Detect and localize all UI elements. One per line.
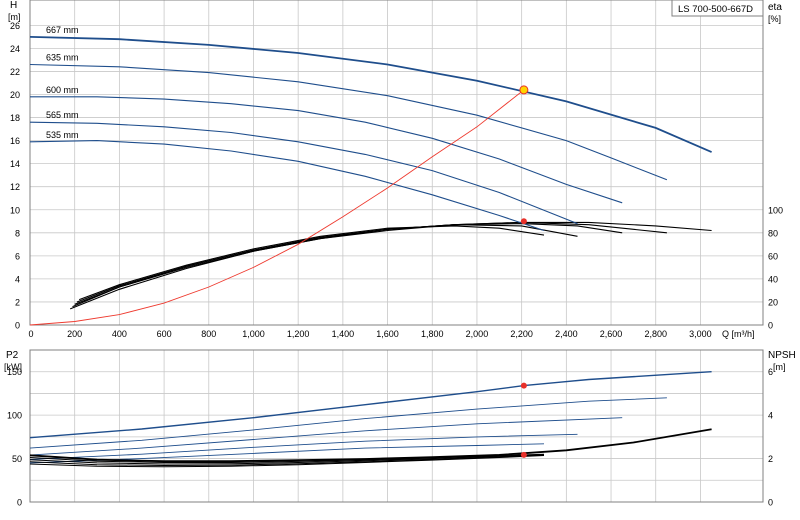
npsh-axis-unit: [m] bbox=[773, 362, 786, 372]
p2-axis-unit: [kW] bbox=[4, 362, 22, 372]
npsh-tick-label: 0 bbox=[768, 498, 773, 508]
head-curve-label: 565 mm bbox=[46, 110, 79, 120]
h-tick-label: 0 bbox=[15, 321, 20, 331]
efficiency-point bbox=[520, 218, 527, 225]
q-tick-label: 1,200 bbox=[287, 329, 310, 339]
q-tick-label: 1,600 bbox=[376, 329, 399, 339]
head-curve bbox=[29, 63, 668, 181]
npsh-axis-title: NPSH bbox=[768, 350, 796, 361]
h-tick-label: 26 bbox=[10, 21, 20, 31]
duty-point bbox=[519, 85, 529, 95]
head-curve bbox=[29, 121, 578, 225]
h-tick-label: 20 bbox=[10, 90, 20, 100]
h-tick-label: 16 bbox=[10, 136, 20, 146]
npsh-tick-label: 4 bbox=[768, 411, 773, 421]
h-tick-label: 12 bbox=[10, 182, 20, 192]
q-tick-label: 2,200 bbox=[510, 329, 533, 339]
q-tick-label: 1,400 bbox=[332, 329, 355, 339]
efficiency-curve bbox=[76, 224, 578, 303]
p2-tick-label: 0 bbox=[17, 498, 22, 508]
h-tick-label: 2 bbox=[15, 297, 20, 307]
q-tick-label: 2,800 bbox=[644, 329, 667, 339]
q-tick-label: 2,600 bbox=[600, 329, 623, 339]
model-label-box: LS 700-500-667D bbox=[671, 0, 764, 17]
h-tick-label: 8 bbox=[15, 228, 20, 238]
p2-tick-label: 100 bbox=[7, 411, 22, 421]
q-tick-label: 400 bbox=[112, 329, 127, 339]
efficiency-curve bbox=[79, 225, 545, 301]
q-tick-label: 2,000 bbox=[466, 329, 489, 339]
model-label: LS 700-500-667D bbox=[678, 4, 753, 15]
eta-tick-label: 100 bbox=[768, 205, 783, 215]
power-curve bbox=[29, 371, 712, 439]
q-tick-label: 1,800 bbox=[421, 329, 444, 339]
h-tick-label: 22 bbox=[10, 67, 20, 77]
h-axis-unit: [m] bbox=[8, 12, 21, 22]
chart-svg: 024681012141618202224260204060801000 200 4… bbox=[4, 0, 796, 508]
eta-tick-label: 60 bbox=[768, 251, 778, 261]
h-tick-label: 14 bbox=[10, 159, 20, 169]
efficiency-curve bbox=[72, 221, 712, 308]
h-axis-title: H bbox=[10, 0, 17, 11]
head-curve-label: 667 mm bbox=[46, 25, 79, 35]
head-curve-label: 600 mm bbox=[46, 85, 79, 95]
head-curve bbox=[29, 140, 545, 232]
p2-tick-label: 50 bbox=[12, 454, 22, 464]
q-tick-label: 1,000 bbox=[242, 329, 265, 339]
efficiency-curve bbox=[69, 221, 667, 310]
eta-tick-label: 0 bbox=[768, 321, 773, 331]
bottom-axes: 0501001500246 bbox=[7, 367, 773, 507]
power-curve bbox=[29, 417, 623, 456]
power-curve bbox=[29, 397, 667, 449]
npsh-curve bbox=[29, 428, 712, 463]
q-tick-label: 800 bbox=[201, 329, 216, 339]
q-tick-label: 0 bbox=[28, 329, 33, 339]
q-axis-title: Q [m³/h] bbox=[722, 329, 755, 339]
eta-tick-label: 80 bbox=[768, 228, 778, 238]
h-tick-label: 18 bbox=[10, 113, 20, 123]
q-tick-label: 200 bbox=[67, 329, 82, 339]
q-tick-label: 600 bbox=[157, 329, 172, 339]
top-axes: 024681012141618202224260204060801000 200 4… bbox=[10, 21, 783, 339]
h-tick-label: 24 bbox=[10, 44, 20, 54]
eta-tick-label: 20 bbox=[768, 297, 778, 307]
bottom-curves bbox=[29, 371, 712, 468]
top-curves: 667 mm 635 mm 600 mm 565 mm 535 mm bbox=[29, 25, 712, 326]
q-tick-label: 3,000 bbox=[689, 329, 712, 339]
h-tick-label: 4 bbox=[15, 274, 20, 284]
head-curve-label: 535 mm bbox=[46, 130, 79, 140]
eta-axis-unit: [%] bbox=[768, 14, 781, 24]
h-tick-label: 6 bbox=[15, 251, 20, 261]
bottom-grid bbox=[29, 350, 763, 502]
q-tick-label: 2,400 bbox=[555, 329, 578, 339]
power-point bbox=[520, 382, 527, 389]
eta-axis-title: eta bbox=[768, 2, 782, 13]
h-tick-label: 10 bbox=[10, 205, 20, 215]
npsh-tick-label: 2 bbox=[768, 454, 773, 464]
eta-tick-label: 40 bbox=[768, 274, 778, 284]
p2-axis-title: P2 bbox=[6, 350, 19, 361]
head-curve-label: 635 mm bbox=[46, 53, 79, 63]
npsh-point bbox=[520, 451, 527, 458]
system-curve bbox=[29, 89, 525, 326]
bottom-frame bbox=[29, 349, 764, 503]
